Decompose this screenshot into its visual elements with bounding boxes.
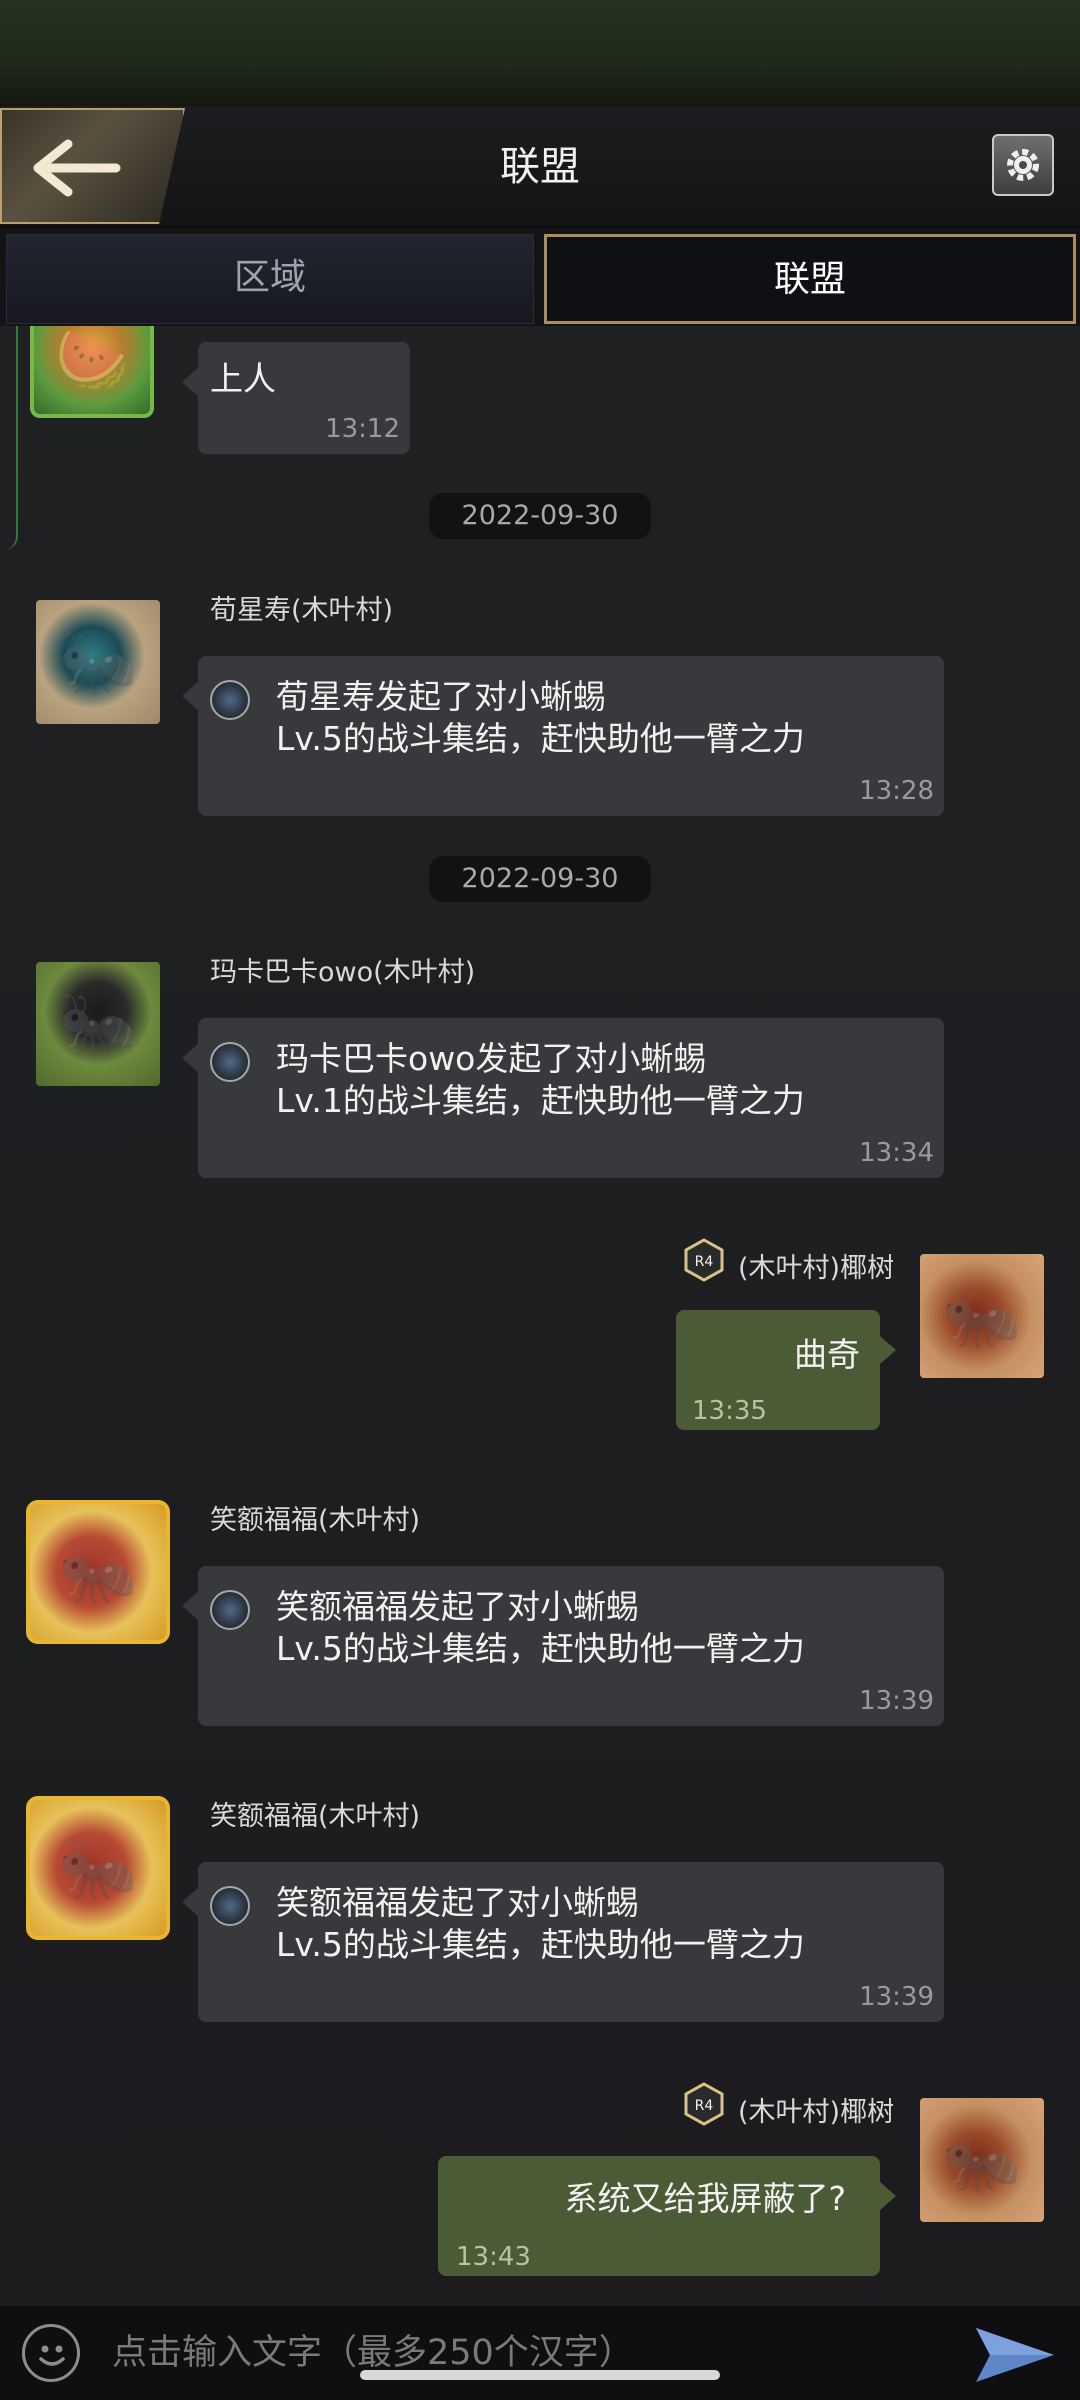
message-bubble[interactable]: 曲奇 13:35 (676, 1310, 896, 1430)
message-line-2: Lv.5的战斗集结，赶快助他一臂之力 (276, 1629, 805, 1668)
side-handle[interactable] (0, 326, 18, 550)
message-bubble[interactable]: 系统又给我屏蔽了? 13:43 (438, 2156, 896, 2276)
message-bubble[interactable]: 荀星寿发起了对小蜥蜴 Lv.5的战斗集结，赶快助他一臂之力 13:28 (182, 656, 944, 816)
message-text: 系统又给我屏蔽了? (564, 2179, 846, 2218)
message-time: 13:28 (859, 776, 934, 806)
emoji-button[interactable] (22, 2324, 80, 2382)
date-separator: 2022-09-30 (429, 493, 651, 539)
avatar[interactable]: 🐜 (36, 962, 160, 1086)
ant-icon: 🐜 (58, 625, 138, 700)
message-line-1: 笑额福福发起了对小蜥蜴 (276, 1587, 639, 1626)
tab-alliance[interactable]: 联盟 (544, 234, 1076, 324)
chat-list[interactable]: 🍉 上人 13:12 2022-09-30 🐜 荀星寿(木叶村) 荀星寿发起了对… (0, 326, 1080, 2306)
own-avatar[interactable]: 🐜 (920, 1254, 1044, 1378)
emoji-icon (39, 2345, 65, 2366)
ant-icon: 🐜 (58, 987, 138, 1062)
message-line-2: Lv.1的战斗集结，赶快助他一臂之力 (276, 1081, 805, 1120)
ant-icon: 🍉 (52, 326, 132, 397)
page-title: 联盟 (500, 144, 580, 190)
ant-icon: 🐜 (58, 1535, 138, 1610)
tab-bar: 区域 联盟 (0, 228, 1080, 326)
avatar[interactable]: 🐜 (36, 600, 160, 724)
avatar[interactable]: 🐜 (26, 1796, 170, 1940)
r4-rank-icon: R4 (684, 1238, 724, 1282)
message-time: 13:39 (859, 1686, 934, 1716)
message-text: 上人 (210, 359, 276, 398)
gear-icon (1007, 149, 1039, 181)
message-line-1: 笑额福福发起了对小蜥蜴 (276, 1883, 639, 1922)
send-icon[interactable] (972, 2324, 1058, 2386)
own-avatar[interactable]: 🐜 (920, 2098, 1044, 2222)
ant-icon: 🐜 (58, 1831, 138, 1906)
message-bubble[interactable]: 玛卡巴卡owo发起了对小蜥蜴 Lv.1的战斗集结，赶快助他一臂之力 13:34 (182, 1018, 944, 1178)
avatar[interactable]: 🐜 (26, 1500, 170, 1644)
ant-icon: 🐜 (942, 2123, 1022, 2198)
svg-text:R4: R4 (695, 1254, 714, 1270)
message-bubble[interactable]: 笑额福福发起了对小蜥蜴 Lv.5的战斗集结，赶快助他一臂之力 13:39 (182, 1566, 944, 1726)
settings-button[interactable] (992, 134, 1054, 196)
ant-icon: 🐜 (942, 1279, 1022, 1354)
message-line-1: 玛卡巴卡owo发起了对小蜥蜴 (276, 1039, 707, 1078)
message-time: 13:12 (325, 414, 400, 444)
home-indicator[interactable] (360, 2370, 720, 2380)
message-bubble[interactable]: 上人 13:12 (182, 342, 410, 454)
sender-name: (木叶村)椰树 (738, 2097, 895, 2128)
rally-badge-icon (210, 680, 250, 720)
tab-region[interactable]: 区域 (6, 234, 534, 324)
message-time: 13:35 (692, 1396, 767, 1426)
sender-name: 玛卡巴卡owo(木叶村) (210, 957, 476, 988)
message-time: 13:43 (456, 2242, 531, 2272)
message-line-2: Lv.5的战斗集结，赶快助他一臂之力 (276, 719, 805, 758)
sender-name: 荀星寿(木叶村) (210, 595, 394, 626)
message-line-1: 荀星寿发起了对小蜥蜴 (276, 677, 606, 716)
rally-badge-icon (210, 1590, 250, 1630)
message-bubble[interactable]: 笑额福福发起了对小蜥蜴 Lv.5的战斗集结，赶快助他一臂之力 13:39 (182, 1862, 944, 2022)
r4-rank-icon: R4 (684, 2082, 724, 2126)
avatar[interactable]: 🍉 (30, 326, 154, 418)
svg-text:R4: R4 (695, 2098, 714, 2114)
message-line-2: Lv.5的战斗集结，赶快助他一臂之力 (276, 1925, 805, 1964)
message-text: 曲奇 (794, 1335, 860, 1374)
rally-badge-icon (210, 1042, 250, 1082)
message-time: 13:34 (859, 1138, 934, 1168)
sender-name: 笑额福福(木叶村) (210, 1505, 421, 1536)
message-time: 13:39 (859, 1982, 934, 2012)
sender-name: 笑额福福(木叶村) (210, 1801, 421, 1832)
sender-name: (木叶村)椰树 (738, 1253, 895, 1284)
top-background (0, 0, 1080, 106)
rally-badge-icon (210, 1886, 250, 1926)
date-separator: 2022-09-30 (429, 856, 651, 902)
input-bar (0, 2306, 1080, 2400)
